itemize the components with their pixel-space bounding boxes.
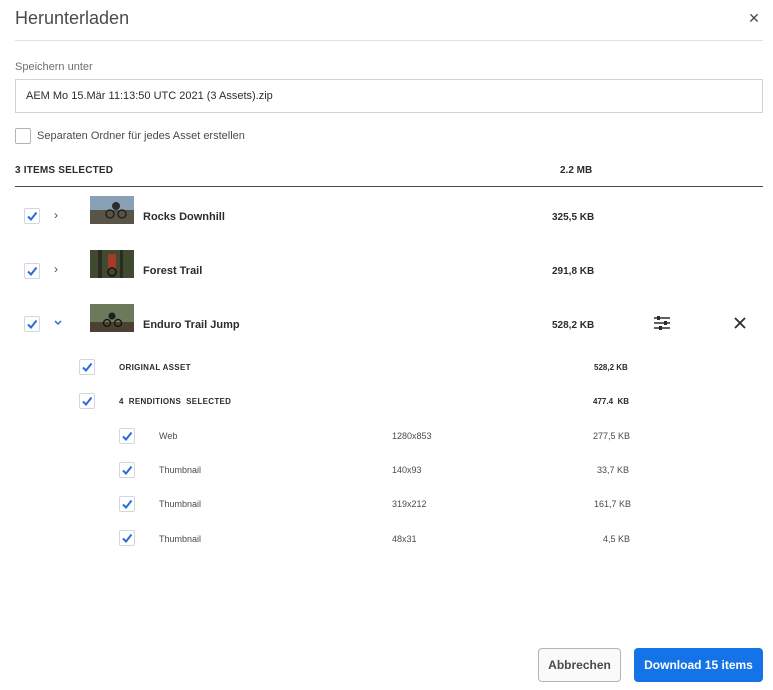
asset-thumbnail [90,250,134,278]
filename-input[interactable] [15,79,763,113]
checkmark-icon [122,533,133,544]
chevron-right-icon[interactable]: › [54,208,58,222]
rendition-size: 33,7 KB [597,465,630,475]
checkmark-icon [82,362,93,373]
items-selected-header: 3 ITEMS SELECTED [15,165,114,176]
original-asset-size: 528,2 KB [594,363,628,372]
divider [15,40,763,41]
rendition-size: 277,5 KB [593,431,631,441]
download-button[interactable]: Download 15 items [634,648,763,682]
dialog-title: Herunterladen [15,8,130,28]
checkmark-icon [122,499,133,510]
separate-folder-checkbox[interactable] [15,128,31,144]
asset-name: Rocks Downhill [143,211,225,223]
rendition-name: Web [159,431,178,441]
rendition-checkbox[interactable] [119,496,135,512]
checkmark-icon [27,211,38,222]
renditions-checkbox[interactable] [79,393,95,409]
rendition-checkbox[interactable] [119,530,135,546]
asset-size: 528,2 KB [552,320,595,331]
rendition-size: 161,7 KB [594,499,632,509]
rendition-dimensions: 48x31 [392,534,417,544]
asset-checkbox[interactable] [24,316,40,332]
checkmark-icon [82,396,93,407]
chevron-down-icon[interactable] [53,319,63,327]
header-divider [15,186,763,187]
rendition-checkbox[interactable] [119,462,135,478]
rendition-name: Thumbnail [159,534,202,544]
chevron-right-icon[interactable]: › [54,262,58,276]
renditions-size: 477.4 KB [593,397,630,406]
renditions-selected-label: 4 RENDITIONS SELECTED [119,397,232,406]
checkmark-icon [122,465,133,476]
asset-size: 325,5 KB [552,212,595,223]
rendition-name: Thumbnail [159,499,202,509]
checkmark-icon [122,431,133,442]
original-asset-checkbox[interactable] [79,359,95,375]
close-icon[interactable]: ✕ [744,8,764,28]
asset-checkbox[interactable] [24,263,40,279]
sliders-icon[interactable] [653,315,671,331]
asset-checkbox[interactable] [24,208,40,224]
checkmark-icon [27,266,38,277]
rendition-dimensions: 140x93 [392,465,422,475]
separate-folder-label: Separaten Ordner für jedes Asset erstell… [37,130,245,142]
total-size: 2.2 MB [560,165,593,176]
remove-icon[interactable] [734,317,746,329]
save-as-label: Speichern unter [15,61,93,73]
rendition-dimensions: 1280x853 [392,431,432,441]
asset-thumbnail [90,196,134,224]
rendition-checkbox[interactable] [119,428,135,444]
asset-name: Enduro Trail Jump [143,319,240,331]
rendition-dimensions: 319x212 [392,499,427,509]
rendition-name: Thumbnail [159,465,202,475]
asset-name: Forest Trail [143,265,203,277]
asset-size: 291,8 KB [552,266,595,277]
asset-thumbnail [90,304,134,332]
rendition-size: 4,5 KB [603,534,631,544]
cancel-button[interactable]: Abbrechen [538,648,621,682]
original-asset-label: ORIGINAL ASSET [119,363,191,372]
checkmark-icon [27,319,38,330]
